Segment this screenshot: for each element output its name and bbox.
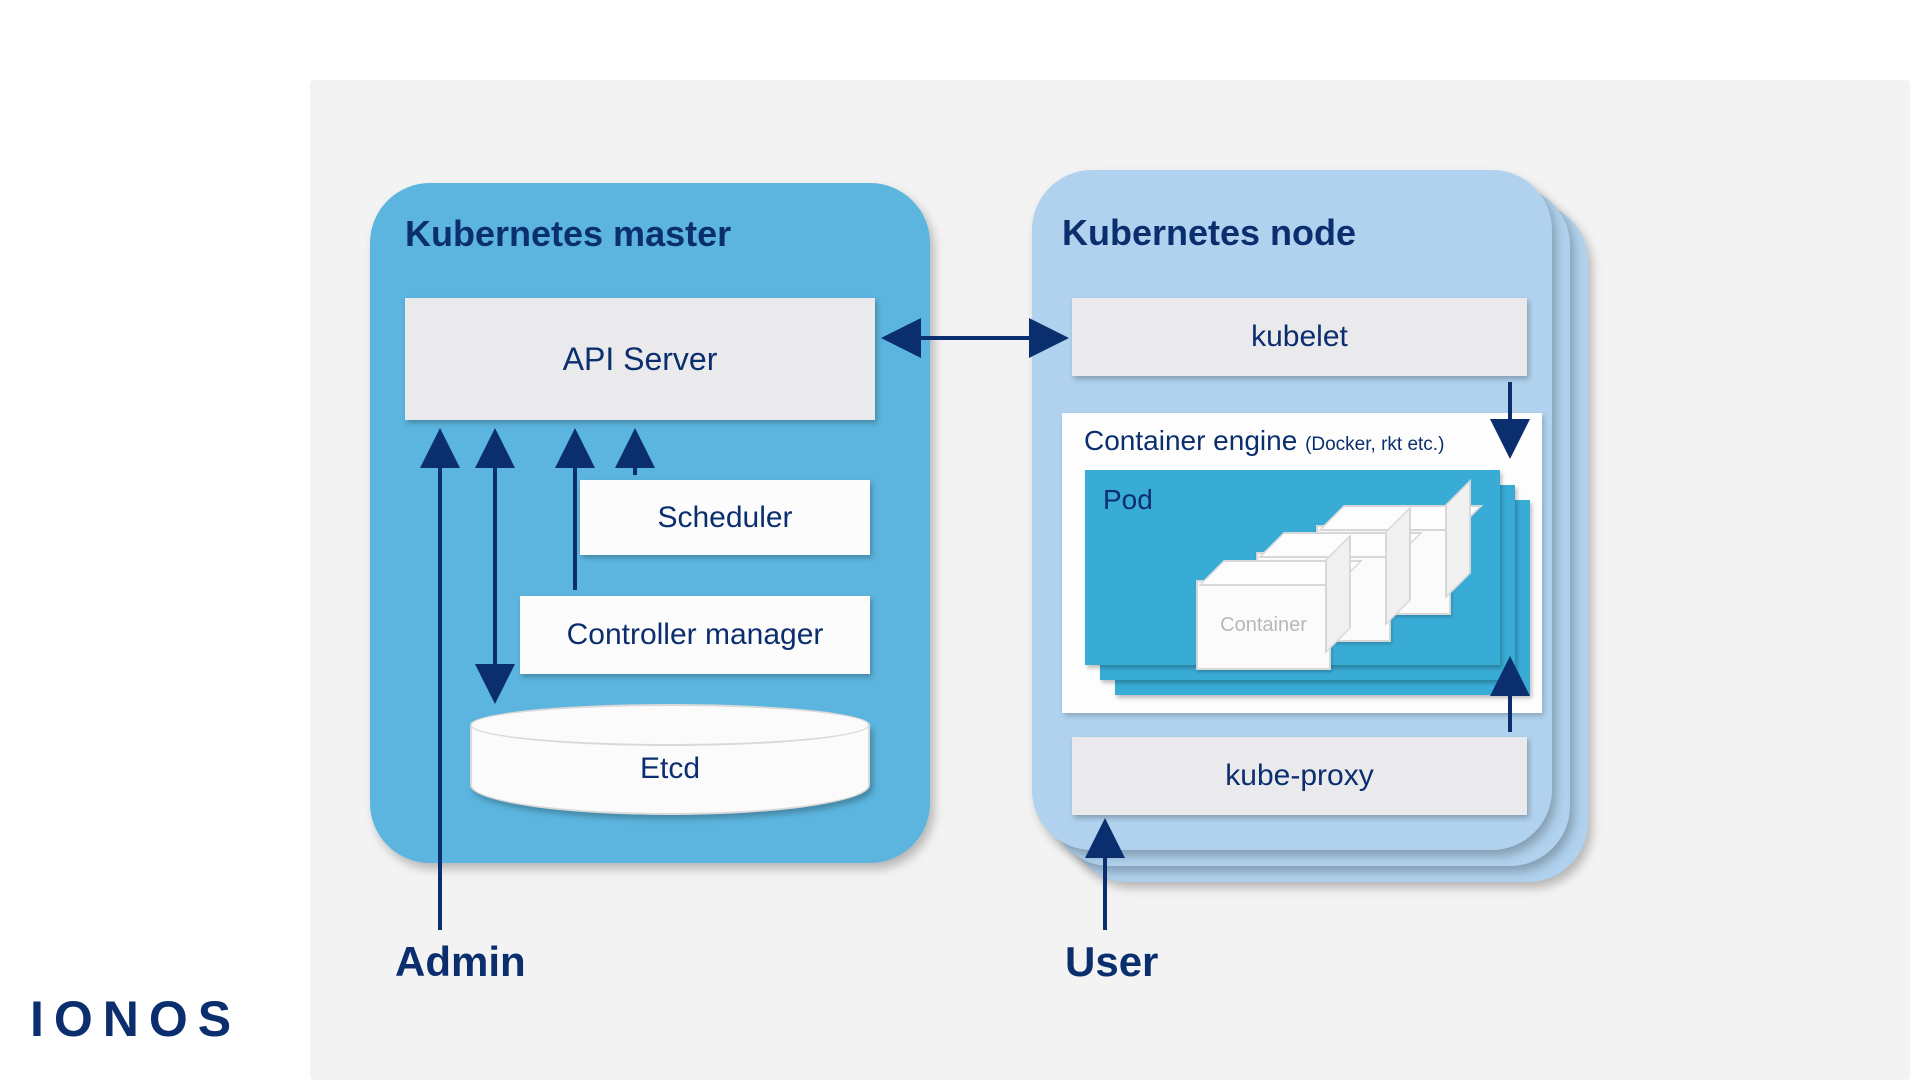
etcd-cylinder-top	[470, 704, 870, 746]
container-label: Container	[1198, 614, 1329, 637]
admin-label: Admin	[395, 938, 526, 986]
engine-label: Container engine	[1084, 425, 1297, 456]
ionos-logo: IONOS	[30, 990, 241, 1048]
pod-label: Pod	[1103, 484, 1153, 516]
controller-manager-box: Controller manager	[520, 596, 870, 674]
container-cube-1: Container	[1196, 580, 1331, 670]
scheduler-box: Scheduler	[580, 480, 870, 555]
kube-proxy-box: kube-proxy	[1072, 737, 1527, 815]
master-title: Kubernetes master	[405, 213, 731, 255]
container-engine-title: Container engine (Docker, rkt etc.)	[1084, 425, 1444, 457]
node-title: Kubernetes node	[1062, 212, 1356, 254]
api-server-box: API Server	[405, 298, 875, 420]
kubelet-box: kubelet	[1072, 298, 1527, 376]
user-label: User	[1065, 938, 1158, 986]
engine-detail: (Docker, rkt etc.)	[1305, 434, 1444, 455]
